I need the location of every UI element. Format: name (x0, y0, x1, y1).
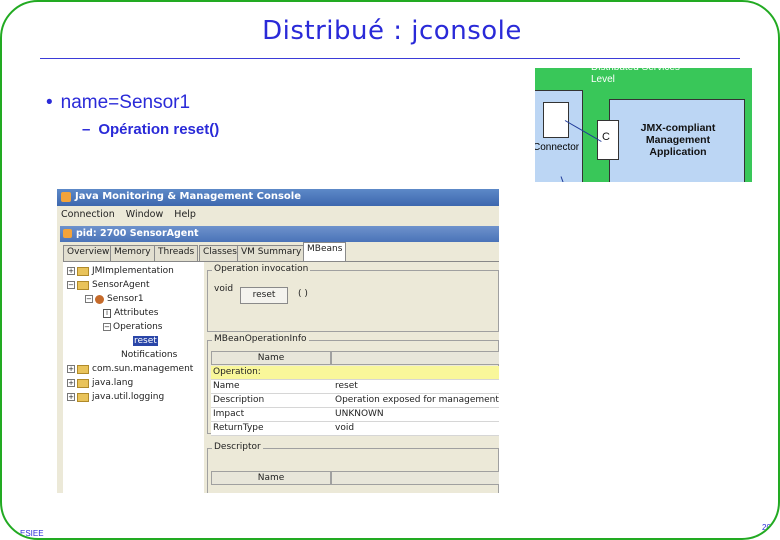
java-icon (61, 192, 71, 202)
tab-memory[interactable]: Memory (110, 245, 155, 261)
bullet-name: • name=Sensor1 (46, 92, 190, 114)
table-row[interactable]: ReturnType void (211, 422, 499, 436)
folder-icon (77, 280, 89, 290)
table-row[interactable]: Operation: (211, 366, 499, 380)
tree-item-sensoragent[interactable]: − SensorAgent (67, 280, 150, 294)
tab-overview[interactable]: Overview (63, 245, 114, 261)
jconsole-window: Java Monitoring & Management Console Con… (57, 189, 499, 493)
descriptor-value-header[interactable] (331, 471, 499, 485)
mbeans-panel: + JMImplementation − SensorAgent − Sensor1 … (63, 261, 499, 493)
page-number: 20 (762, 523, 771, 532)
bullet-operation-text: Opération reset() (98, 121, 220, 138)
folder-icon (77, 266, 89, 276)
mbean-icon (95, 294, 104, 304)
jmx-architecture-diagram: Distributed Services Level Connector JMX… (535, 68, 752, 182)
tab-threads[interactable]: Threads (154, 245, 199, 261)
connector-label: Connector (535, 142, 580, 153)
table-row[interactable]: Impact UNKNOWN (211, 408, 499, 422)
mbean-operation-info-title: MBeanOperationInfo (212, 334, 309, 344)
tree-item-jmimplementation[interactable]: + JMImplementation (67, 266, 174, 280)
tree-item-attributes[interactable]: I Attributes (103, 308, 158, 322)
slide: Distribué : jconsole Distributed Service… (0, 0, 780, 540)
attributes-icon: I (103, 308, 111, 318)
tree-item-sensor1[interactable]: − Sensor1 (85, 294, 144, 308)
bullet-dash: – (82, 121, 91, 138)
collapse-icon[interactable]: − (67, 281, 75, 289)
expand-icon[interactable]: + (67, 267, 75, 275)
collapse-icon[interactable]: − (85, 295, 93, 303)
descriptor-name-header[interactable]: Name (211, 471, 331, 485)
java-icon (63, 229, 72, 238)
menu-window[interactable]: Window (126, 209, 163, 220)
value-column-header[interactable] (331, 351, 499, 365)
bullet-dot: • (46, 92, 53, 113)
table-row[interactable]: Name reset (211, 380, 499, 394)
tab-vm-summary[interactable]: VM Summary (237, 245, 306, 261)
folder-icon (77, 364, 89, 374)
tree-item-operations[interactable]: − Operations (103, 322, 162, 336)
name-column-header[interactable]: Name (211, 351, 331, 365)
title-rule (40, 58, 740, 59)
return-type-label: void (214, 284, 234, 294)
tree-item-reset[interactable]: reset (133, 336, 158, 350)
table-row[interactable]: Description Operation exposed for manage… (211, 394, 499, 408)
mbean-operation-info-group: MBeanOperationInfo Name Operation: Name … (207, 334, 499, 436)
tree-item-notifications[interactable]: Notifications (121, 350, 177, 364)
tree-item-java-lang[interactable]: + java.lang (67, 378, 133, 392)
bullet-name-text: name=Sensor1 (60, 92, 191, 113)
tree-item-java-util-logging[interactable]: + java.util.logging (67, 392, 164, 406)
bullet-operation: – Opération reset() (82, 121, 219, 138)
menu-help[interactable]: Help (174, 209, 196, 220)
tree-item-com-sun-management[interactable]: + com.sun.management (67, 364, 193, 378)
slide-title: Distribué : jconsole (262, 16, 522, 46)
footer-institution: ESIEE (20, 529, 44, 538)
mbean-details-panel: Operation invocation void reset ( ) MBea… (204, 262, 499, 493)
expand-icon[interactable]: + (67, 393, 75, 401)
descriptor-title: Descriptor (212, 442, 263, 452)
client-connector-label: C (602, 131, 610, 143)
mbean-tree: + JMImplementation − SensorAgent − Sensor1 … (63, 262, 201, 493)
collapse-icon[interactable]: − (103, 323, 111, 331)
management-application-box: JMX-compliant Management Application (609, 99, 745, 182)
parameters-label: ( ) (298, 289, 308, 299)
connection-frame-titlebar[interactable]: pid: 2700 SensorAgent (60, 226, 499, 242)
operation-invocation-title: Operation invocation (212, 264, 311, 274)
folder-icon (77, 392, 89, 402)
folder-icon (77, 378, 89, 388)
connection-frame-title: pid: 2700 SensorAgent (76, 228, 199, 239)
expand-icon[interactable]: + (67, 379, 75, 387)
management-application-label: JMX-compliant Management Application (640, 122, 716, 158)
reset-button[interactable]: reset (240, 287, 288, 304)
operation-invocation-group: Operation invocation void reset ( ) (207, 264, 499, 332)
diagram-level-label: Distributed Services Level (591, 68, 680, 85)
menu-connection[interactable]: Connection (61, 209, 115, 220)
menubar: Connection Window Help (57, 206, 499, 223)
tab-mbeans[interactable]: MBeans (303, 242, 347, 261)
window-title: Java Monitoring & Management Console (75, 191, 302, 202)
descriptor-group: Descriptor Name (207, 442, 499, 493)
tab-classes[interactable]: Classes (199, 245, 241, 261)
expand-icon[interactable]: + (67, 365, 75, 373)
window-titlebar[interactable]: Java Monitoring & Management Console (57, 189, 499, 206)
